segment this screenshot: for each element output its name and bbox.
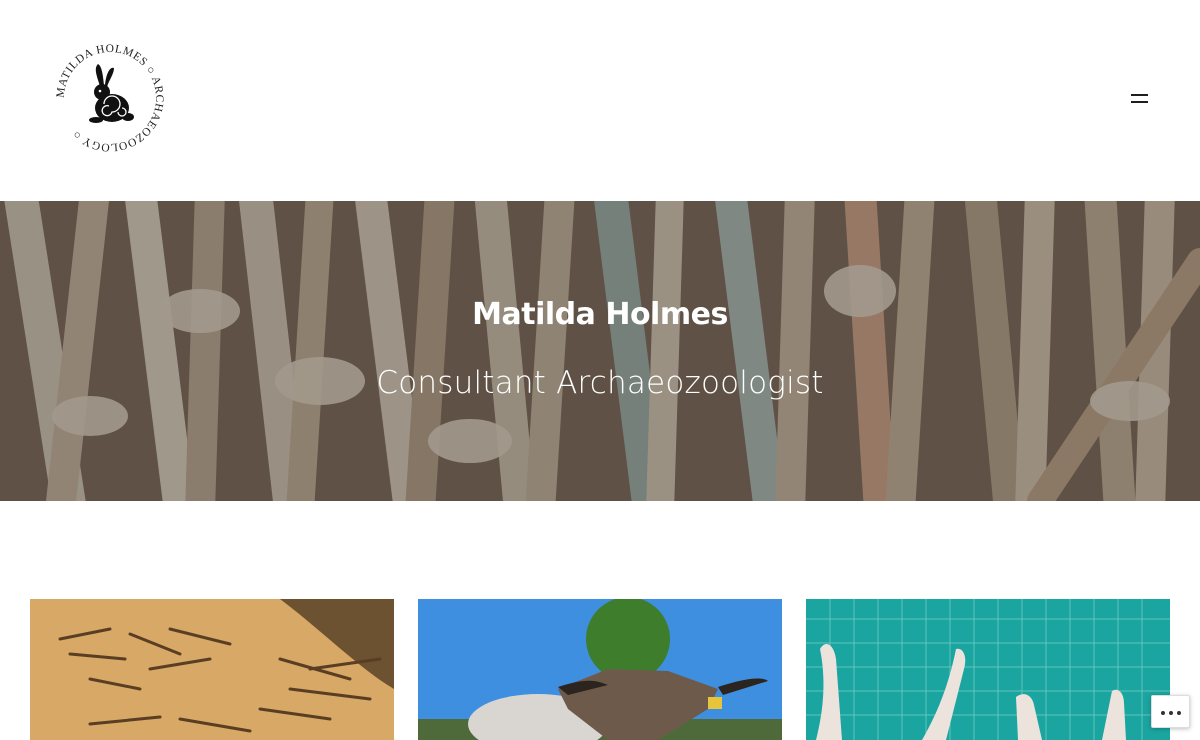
post-thumbnail-bone-fragments[interactable] [30,599,394,740]
site-logo[interactable]: MATILDA HOLMES ○ ARCHAEOZOOLOGY ○ [55,43,165,153]
site-header: MATILDA HOLMES ○ ARCHAEOZOOLOGY ○ [0,0,1200,200]
more-options-button[interactable] [1151,695,1190,728]
site-tagline: Consultant Archaeozoologist [376,365,824,401]
post-thumbnail-bones-on-mat[interactable] [806,599,1170,740]
post-thumbnail-cattle[interactable] [418,599,782,740]
bone-fragments-image [30,599,394,740]
menu-button[interactable] [1126,88,1154,110]
cattle-image [418,599,782,740]
menu-icon [1131,94,1148,96]
site-title[interactable]: Matilda Holmes [0,297,1200,332]
hare-logo-icon: MATILDA HOLMES ○ ARCHAEOZOOLOGY ○ [55,43,165,153]
hero-cover: Matilda Holmes Consultant Archaeozoologi… [0,201,1200,501]
bones-on-mat-image [806,599,1170,740]
post-grid [0,599,1200,740]
